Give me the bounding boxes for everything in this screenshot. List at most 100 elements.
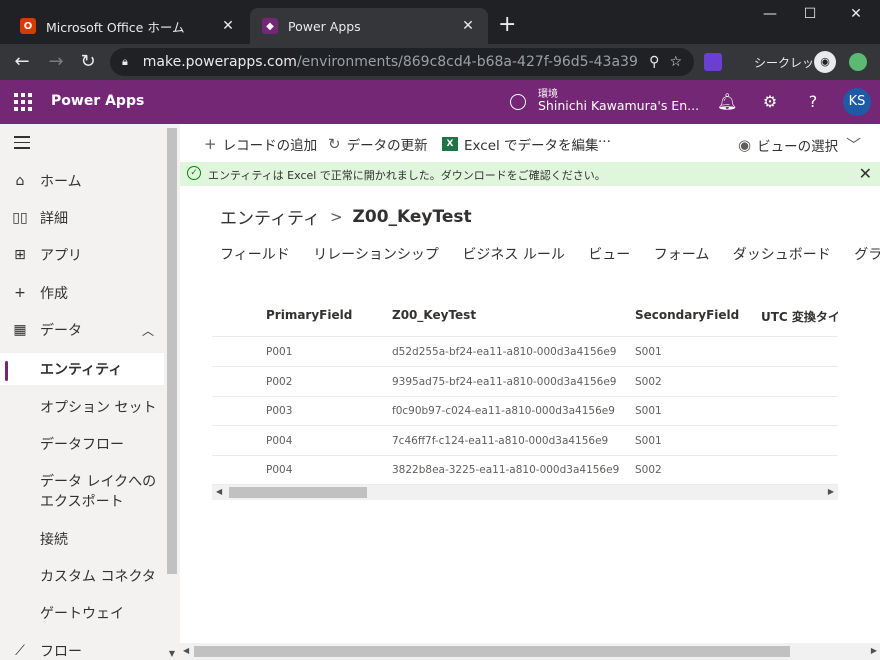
tab-fields[interactable]: フィールド <box>220 244 290 264</box>
gear-icon[interactable]: ⚙ <box>760 92 780 112</box>
scrollbar-thumb[interactable] <box>167 128 177 574</box>
browser-toolbar: ← → ↻ 🔒︎ make.powerapps.com /environment… <box>0 44 880 80</box>
sidebar-item-connections[interactable]: 接続 <box>0 523 164 555</box>
sidebar-item-label: 作成 <box>40 286 68 302</box>
page-horizontal-scrollbar[interactable]: ◀ ▶ <box>180 643 880 660</box>
view-select-label: ビューの選択 <box>757 138 839 155</box>
view-selector[interactable]: ◉ ビューの選択 ﹀ <box>738 134 861 155</box>
table-row[interactable]: P004 7c46ff7f-c124-ea11-a810-000d3a4156e… <box>212 426 838 456</box>
refresh-label: データの更新 <box>346 138 428 154</box>
tab-relationships[interactable]: リレーションシップ <box>313 244 439 264</box>
cell-secondary: S001 <box>635 405 662 417</box>
tab-views[interactable]: ビュー <box>588 244 630 264</box>
waffle-icon[interactable] <box>14 93 32 111</box>
minimize-button[interactable]: — <box>750 6 790 22</box>
table-row[interactable]: P001 d52d255a-bf24-ea11-a810-000d3a4156e… <box>212 337 838 367</box>
sidebar-item-apps[interactable]: ⊞ アプリ <box>0 239 164 271</box>
scrollbar-thumb[interactable] <box>229 487 367 498</box>
tab-forms[interactable]: フォーム <box>654 244 710 264</box>
extension-icon[interactable] <box>704 53 722 71</box>
reload-icon[interactable]: ↻ <box>76 50 100 74</box>
sidebar-item-data[interactable]: ▦ データ ︿ <box>0 314 164 346</box>
sidebar-item-flows[interactable]: ⟋ フロー <box>0 635 164 660</box>
sidebar-item-home[interactable]: ⌂ ホーム <box>0 165 164 197</box>
edit-in-excel-button[interactable]: X Excel でデータを編集 <box>442 134 599 154</box>
tab-charts[interactable]: グラフ <box>854 244 880 264</box>
url-host: make.powerapps.com <box>142 54 297 70</box>
edit-excel-label: Excel でデータを編集 <box>464 138 599 154</box>
environment-icon[interactable] <box>510 94 526 110</box>
sidebar-item-label: 詳細 <box>40 211 68 227</box>
close-icon[interactable]: ✕ <box>859 164 872 183</box>
cell-secondary: S001 <box>635 346 662 358</box>
add-record-button[interactable]: + レコードの追加 <box>204 134 317 154</box>
cell-secondary: S002 <box>635 464 662 476</box>
hamburger-icon[interactable] <box>14 136 30 153</box>
sidebar-item-custom-connectors[interactable]: カスタム コネクタ <box>0 560 164 592</box>
browser-tab-powerapps[interactable]: ◆ Power Apps ✕ <box>250 8 488 44</box>
sidebar-item-label: エンティティ <box>40 362 123 378</box>
help-icon[interactable]: ? <box>803 92 823 112</box>
sidebar-item-entities[interactable]: エンティティ <box>0 353 164 385</box>
cell-id: 9395ad75-bf24-ea11-a810-000d3a4156e9 <box>392 376 617 388</box>
scroll-right-arrow-icon[interactable]: ▶ <box>828 487 834 496</box>
message-text: エンティティは Excel で正常に開かれました。ダウンロードをご確認ください。 <box>208 169 606 182</box>
cell-primary: P002 <box>266 376 293 388</box>
sidebar-item-gateways[interactable]: ゲートウェイ <box>0 597 164 629</box>
sidebar-item-label: オプション セット <box>40 400 157 416</box>
column-header[interactable]: Z00_KeyTest <box>392 308 476 322</box>
data-grid: PrimaryField Z00_KeyTest SecondaryField … <box>212 297 838 500</box>
breadcrumb: エンティティ > Z00_KeyTest <box>220 204 472 230</box>
update-icon[interactable] <box>849 53 867 71</box>
cell-primary: P001 <box>266 346 293 358</box>
app-title[interactable]: Power Apps <box>51 93 144 109</box>
environment-name[interactable]: Shinichi Kawamura's En... <box>538 98 699 113</box>
scroll-down-arrow-icon[interactable]: ▼ <box>164 649 180 658</box>
sidebar-item-option-sets[interactable]: オプション セット <box>0 391 164 423</box>
scrollbar-thumb[interactable] <box>194 646 790 657</box>
more-commands-button[interactable]: ··· <box>598 134 611 150</box>
apps-icon: ⊞ <box>14 247 26 263</box>
back-arrow-icon[interactable]: ← <box>10 50 34 74</box>
star-icon[interactable]: ☆ <box>659 54 682 70</box>
forward-arrow-icon[interactable]: → <box>44 50 68 74</box>
maximize-button[interactable]: ☐ <box>790 6 830 22</box>
scroll-left-arrow-icon[interactable]: ◀ <box>183 646 189 655</box>
incognito-icon[interactable]: ◉ <box>814 51 836 73</box>
column-header[interactable]: UTC 変換タイ <box>761 308 838 325</box>
close-icon[interactable]: ✕ <box>460 18 476 34</box>
grid-horizontal-scrollbar[interactable]: ◀ ▶ <box>212 485 838 500</box>
column-header[interactable]: SecondaryField <box>635 308 739 322</box>
chevron-up-icon: ︿ <box>141 323 154 338</box>
breadcrumb-entities-link[interactable]: エンティティ <box>220 204 320 229</box>
table-row[interactable]: P004 3822b8ea-3225-ea11-a810-000d3a4156e… <box>212 455 838 485</box>
avatar[interactable]: KS <box>843 88 871 116</box>
browser-tab-office[interactable]: O Microsoft Office ホーム ✕ <box>8 8 248 44</box>
scroll-right-arrow-icon[interactable]: ▶ <box>871 646 877 655</box>
chevron-down-icon: ﹀ <box>846 136 862 154</box>
cell-secondary: S002 <box>635 376 662 388</box>
sidebar-item-dataflows[interactable]: データフロー <box>0 428 164 460</box>
tab-business-rules[interactable]: ビジネス ルール <box>462 244 564 264</box>
close-icon[interactable]: ✕ <box>220 18 236 34</box>
cell-primary: P004 <box>266 464 293 476</box>
refresh-icon: ↻ <box>328 135 341 153</box>
sidebar-item-export-datalake[interactable]: データ レイクへのエクスポート <box>0 468 164 520</box>
sidebar-item-create[interactable]: + 作成 <box>0 277 164 309</box>
column-header[interactable]: PrimaryField <box>266 308 352 322</box>
sidebar-item-learn[interactable]: ▯▯ 詳細 <box>0 202 164 234</box>
sidebar-scrollbar[interactable]: ▼ <box>164 124 180 660</box>
cell-primary: P003 <box>266 405 293 417</box>
scroll-left-arrow-icon[interactable]: ◀ <box>216 487 222 496</box>
address-bar[interactable]: 🔒︎ make.powerapps.com /environments/869c… <box>110 48 694 76</box>
tab-dashboards[interactable]: ダッシュボード <box>733 244 831 264</box>
table-row[interactable]: P002 9395ad75-bf24-ea11-a810-000d3a4156e… <box>212 367 838 397</box>
key-icon[interactable]: ⚲ <box>639 54 659 70</box>
command-bar: + レコードの追加 ↻ データの更新 X Excel でデータを編集 ··· ◉… <box>180 124 880 162</box>
sidebar-item-label: カスタム コネクタ <box>40 569 156 585</box>
table-row[interactable]: P003 f0c90b97-c024-ea11-a810-000d3a4156e… <box>212 396 838 426</box>
window-close-button[interactable]: ✕ <box>836 6 876 22</box>
bell-icon[interactable]: 🔔︎ <box>717 92 737 112</box>
refresh-data-button[interactable]: ↻ データの更新 <box>328 134 428 154</box>
new-tab-button[interactable]: + <box>498 14 516 36</box>
